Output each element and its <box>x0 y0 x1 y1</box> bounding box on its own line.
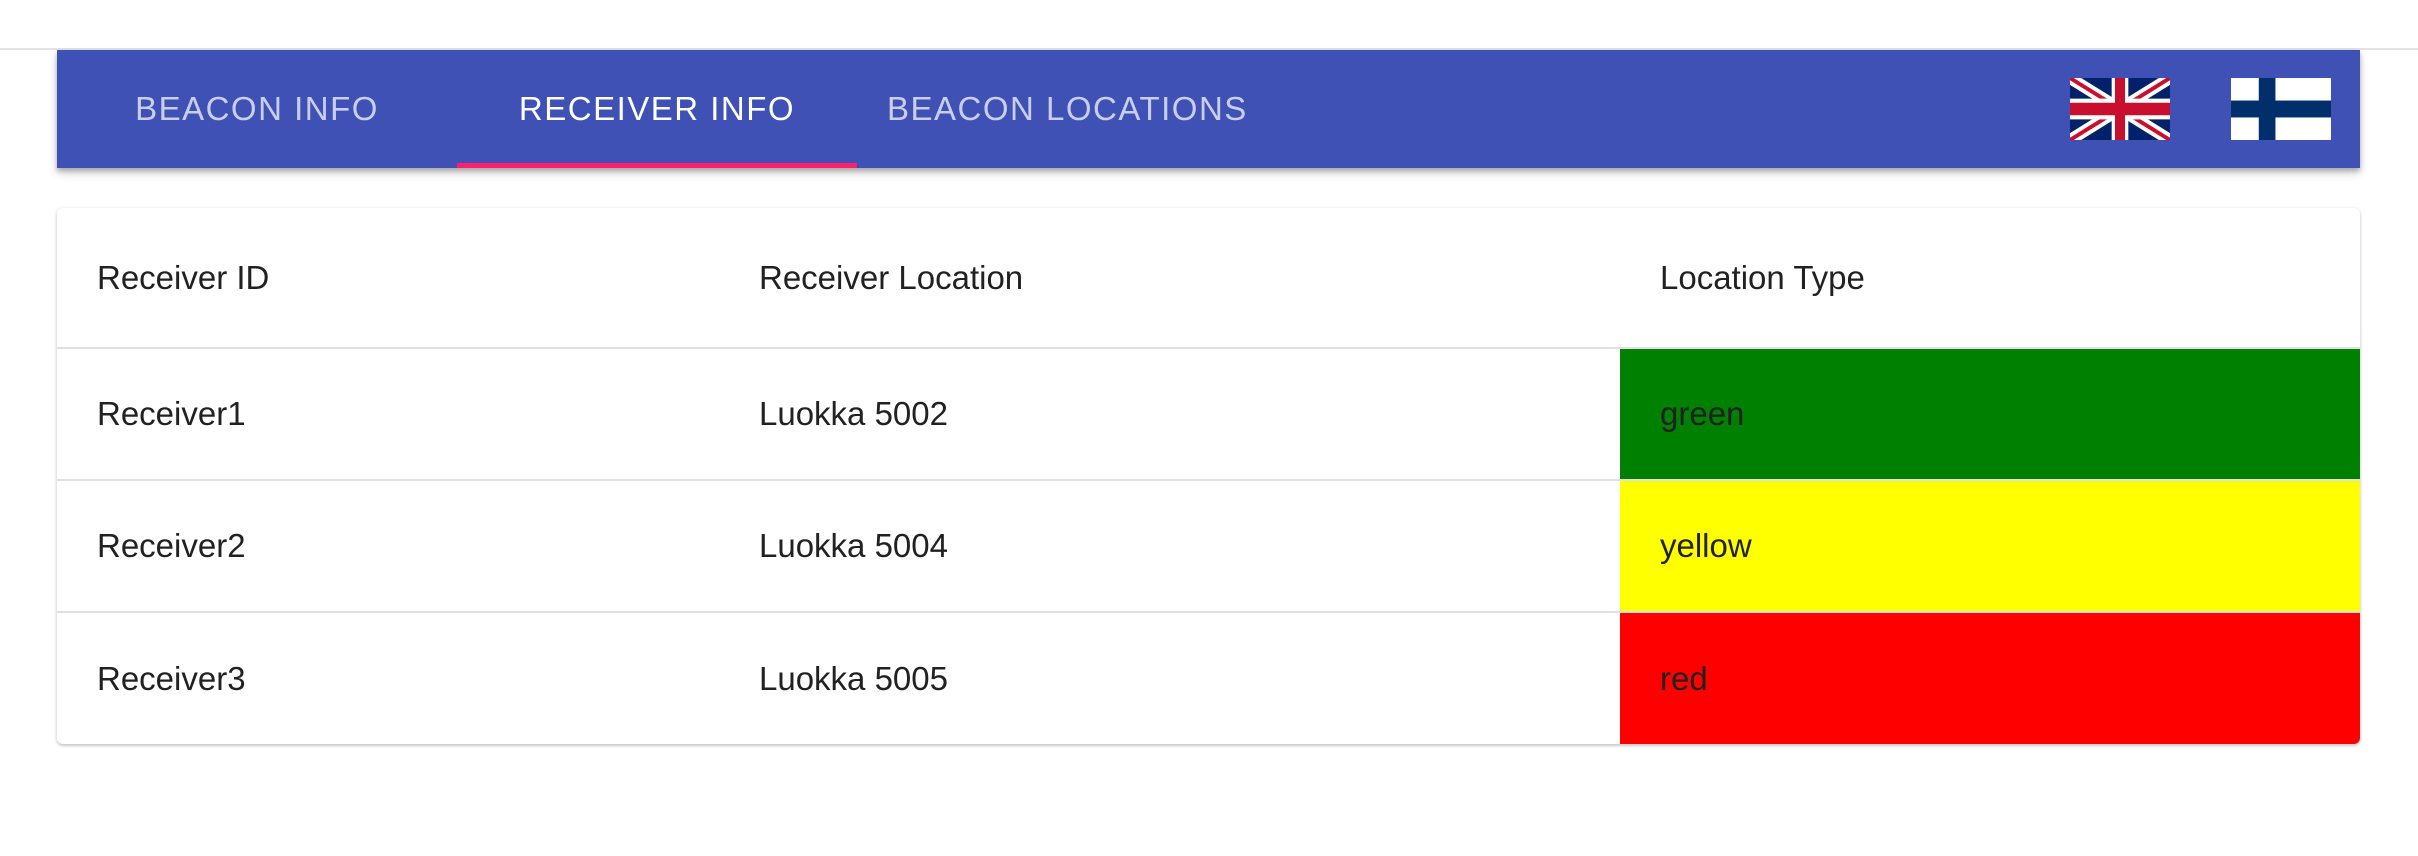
receiver-table-card: Receiver ID Receiver Location Location T… <box>57 208 2360 744</box>
tab-label: RECEIVER INFO <box>518 90 796 127</box>
receiver-table: Receiver ID Receiver Location Location T… <box>57 208 2360 744</box>
column-header-receiver-id: Receiver ID <box>97 258 270 296</box>
tab-label: BEACON INFO <box>135 90 379 127</box>
table-header-row: Receiver ID Receiver Location Location T… <box>57 208 2360 348</box>
receiver-location-cell: Luokka 5004 <box>759 527 948 564</box>
table-row: Receiver3 Luokka 5005 red <box>57 612 2360 744</box>
receiver-location-cell: Luokka 5005 <box>759 659 948 697</box>
receiver-id-cell: Receiver2 <box>97 527 246 564</box>
app-bar: BEACON INFO RECEIVER INFO BEACON LOCATIO… <box>57 50 2360 168</box>
receiver-location-cell: Luokka 5002 <box>759 395 948 432</box>
table-row: Receiver2 Luokka 5004 yellow <box>57 480 2360 612</box>
column-header-location-type: Location Type <box>1660 258 1865 296</box>
finland-flag-icon[interactable] <box>2231 78 2331 140</box>
uk-flag-icon[interactable] <box>2070 78 2170 140</box>
tab-label: BEACON LOCATIONS <box>887 90 1248 127</box>
tab-beacon-locations[interactable]: BEACON LOCATIONS <box>857 50 1287 168</box>
location-type-cell: green <box>1620 348 2360 480</box>
location-type-cell: red <box>1620 612 2360 744</box>
receiver-id-cell: Receiver1 <box>97 395 246 432</box>
location-type-cell: yellow <box>1620 480 2360 612</box>
tab-bar: BEACON INFO RECEIVER INFO BEACON LOCATIO… <box>57 50 1287 168</box>
active-tab-indicator <box>457 163 857 168</box>
tab-beacon-info[interactable]: BEACON INFO <box>57 50 457 168</box>
tab-receiver-info[interactable]: RECEIVER INFO <box>457 50 857 168</box>
receiver-id-cell: Receiver3 <box>97 659 246 697</box>
column-header-receiver-location: Receiver Location <box>759 258 1024 296</box>
table-row: Receiver1 Luokka 5002 green <box>57 348 2360 480</box>
